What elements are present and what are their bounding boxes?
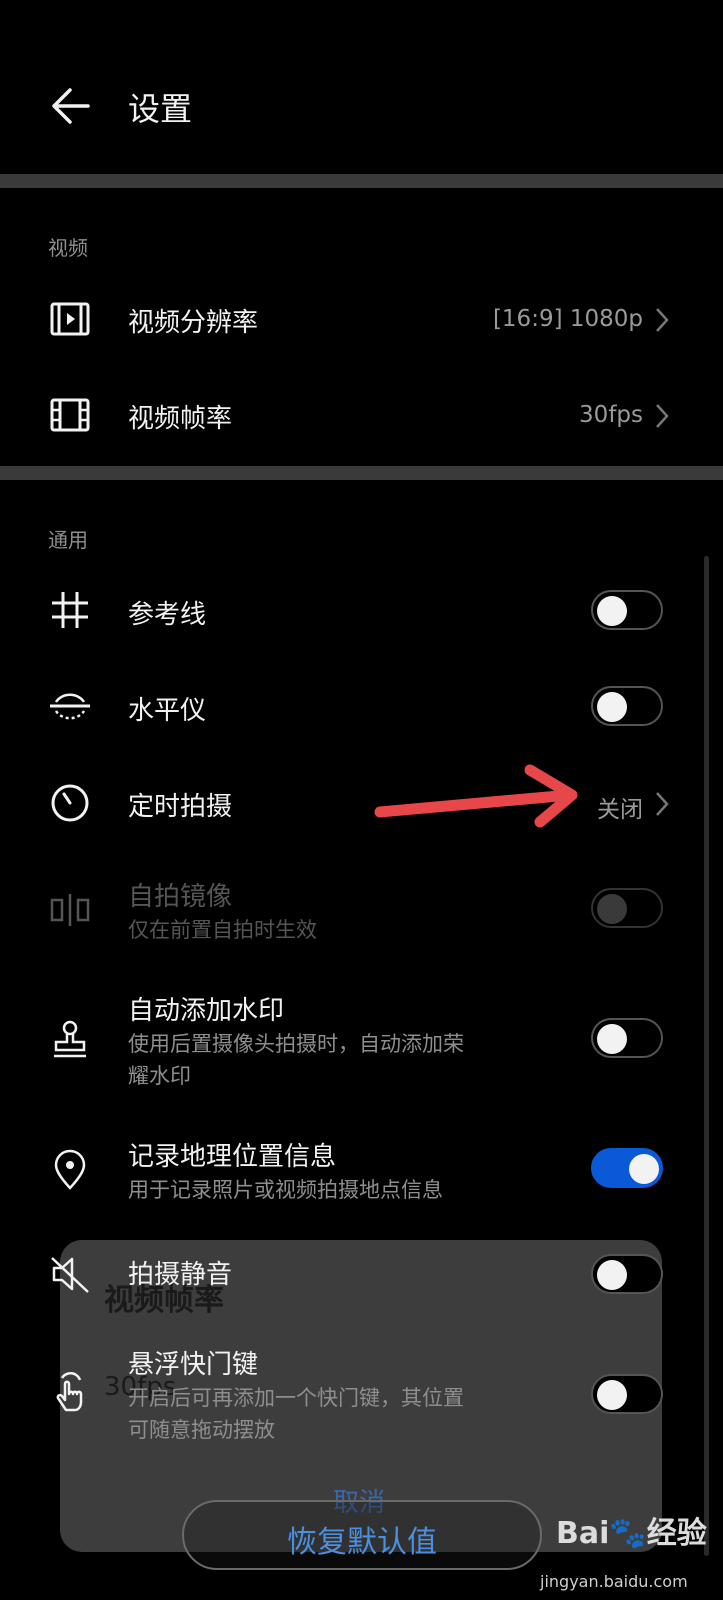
location-label: 记录地理位置信息 — [128, 1142, 337, 1172]
section-title-general: 通用 — [48, 528, 88, 552]
mute-icon — [51, 1257, 89, 1293]
section-title-video: 视频 — [48, 236, 88, 260]
floating-shutter-sub-line2: 可随意拖动摆放 — [128, 1418, 275, 1442]
level-label: 水平仪 — [128, 696, 207, 726]
resolution-value: [16:9] 1080p — [492, 306, 643, 332]
resolution-label: 视频分辨率 — [128, 308, 259, 338]
mute-label: 拍摄静音 — [128, 1260, 233, 1290]
baidu-jingyan-url: jingyan.baidu.com — [540, 1572, 688, 1591]
watermark-label: 自动添加水印 — [128, 996, 285, 1026]
annotation-arrow — [374, 764, 578, 828]
mirror-toggle[interactable] — [591, 888, 663, 928]
timer-icon — [51, 784, 89, 822]
divider — [0, 466, 723, 480]
mirror-icon — [50, 894, 90, 926]
level-icon — [50, 693, 90, 720]
location-sub: 用于记录照片或视频拍摄地点信息 — [128, 1178, 443, 1202]
floating-shutter-label: 悬浮快门键 — [128, 1350, 259, 1380]
timer-label: 定时拍摄 — [128, 792, 233, 822]
framerate-label: 视频帧率 — [128, 404, 233, 434]
floating-shutter-toggle[interactable] — [591, 1374, 663, 1414]
location-toggle[interactable] — [591, 1148, 663, 1188]
watermark-sub-line2: 耀水印 — [128, 1064, 191, 1088]
level-toggle[interactable] — [591, 686, 663, 726]
restore-defaults-label: 恢复默认值 — [287, 1525, 437, 1560]
divider — [0, 174, 723, 188]
chevron-right-icon — [656, 404, 669, 428]
floating-shutter-sub-line1: 开启后可再添加一个快门键，其位置 — [128, 1386, 464, 1410]
stamp-icon — [54, 1020, 86, 1058]
chevron-right-icon — [656, 792, 669, 816]
back-arrow-icon[interactable] — [48, 82, 96, 130]
framerate-value: 30fps — [579, 402, 643, 428]
watermark-sub-line1: 使用后置摄像头拍摄时，自动添加荣 — [128, 1032, 464, 1056]
timer-value: 关闭 — [597, 797, 643, 823]
page-title: 设置 — [128, 90, 193, 128]
watermark-toggle[interactable] — [591, 1018, 663, 1058]
video-resolution-icon — [50, 302, 90, 336]
chevron-right-icon — [656, 308, 669, 332]
location-pin-icon — [54, 1149, 86, 1190]
gridlines-toggle[interactable] — [591, 590, 663, 630]
mirror-label: 自拍镜像 — [128, 882, 233, 912]
gridlines-label: 参考线 — [128, 600, 207, 630]
grid-icon — [52, 592, 88, 628]
mirror-sub: 仅在前置自拍时生效 — [128, 918, 317, 942]
film-icon — [50, 398, 90, 432]
mute-toggle[interactable] — [591, 1254, 663, 1294]
scrollbar[interactable] — [704, 556, 709, 1556]
baidu-jingyan-logo: Bai🐾经验 — [556, 1516, 707, 1551]
touch-icon — [56, 1371, 83, 1412]
